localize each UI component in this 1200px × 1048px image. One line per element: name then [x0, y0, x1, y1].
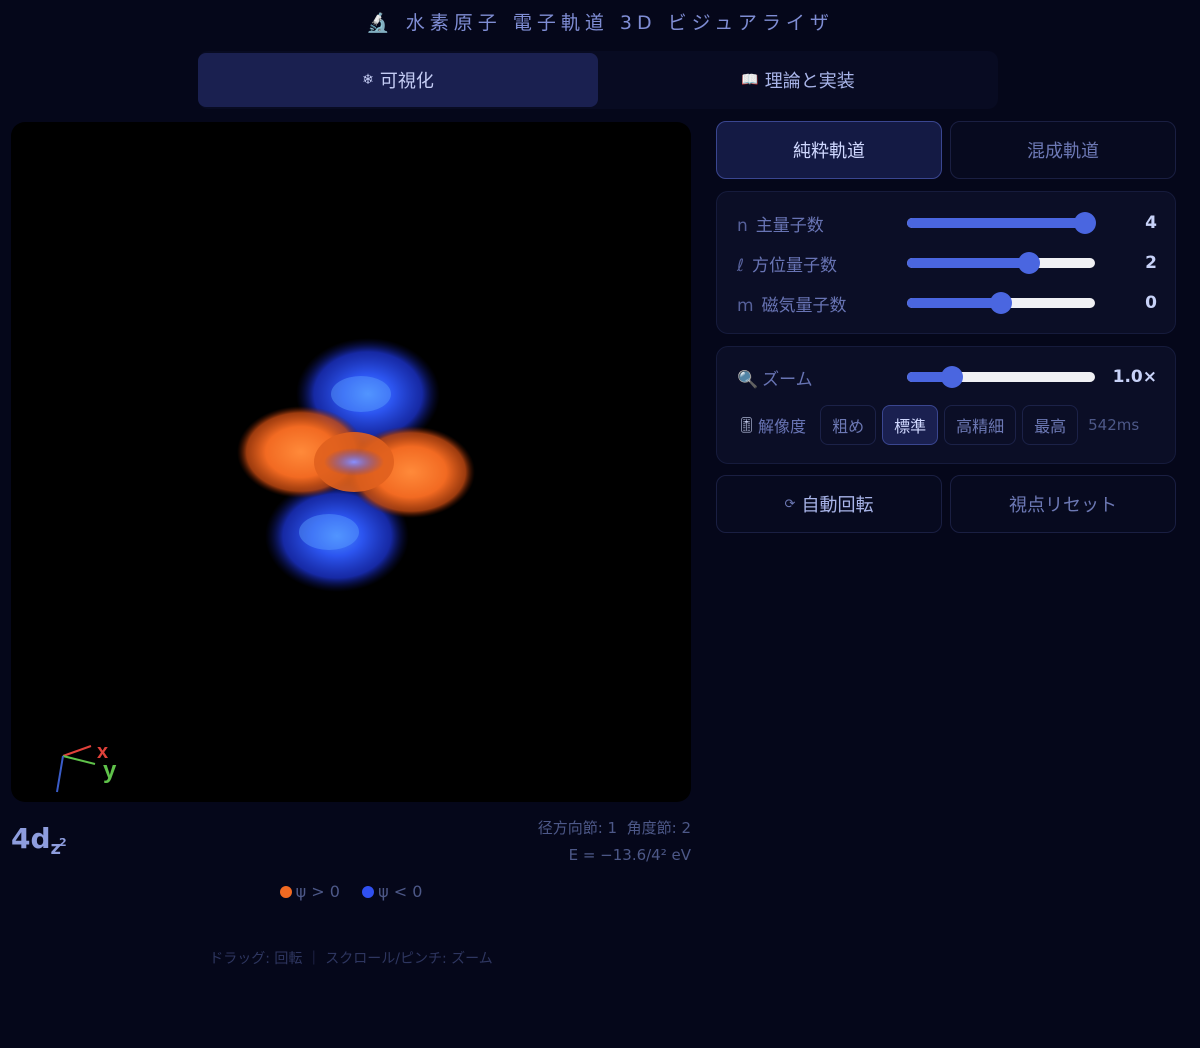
resolution-label: 解像度	[758, 417, 807, 436]
controls-hint: ドラッグ: 回転 ｜ スクロール/ピンチ: ズーム	[209, 951, 493, 967]
quantum-m-label: 磁気量子数	[761, 295, 847, 316]
quantum-m-symbol: m	[737, 295, 754, 316]
lower-lobe-highlight	[299, 514, 359, 550]
core-node-region	[324, 448, 384, 476]
y-axis-line	[62, 755, 96, 765]
orbital-name-main: 4d	[11, 822, 51, 855]
quantum-n-label: 主量子数	[755, 215, 824, 236]
negative-phase-dot	[362, 886, 375, 898]
resolution-option-coarse[interactable]: 粗め	[820, 405, 877, 445]
positive-phase-dot	[279, 886, 292, 898]
quantum-l-row: ℓ 方位量子数 2	[737, 249, 1157, 277]
slider-thumb[interactable]	[990, 292, 1012, 314]
quantum-n-row: n 主量子数 4	[737, 209, 1157, 237]
snowflake-icon: ❄	[362, 72, 374, 88]
quantum-m-value: 0	[1145, 293, 1157, 313]
negative-phase-label: ψ < 0	[378, 882, 423, 901]
zoom-slider[interactable]	[907, 366, 1095, 388]
slider-thumb[interactable]	[941, 366, 963, 388]
pure-orbital-button[interactable]: 純粋軌道	[716, 121, 942, 179]
tab-label: 理論と実装	[764, 71, 855, 92]
resolution-option-max[interactable]: 最高	[1022, 405, 1079, 445]
quantum-n-value: 4	[1145, 213, 1157, 233]
energy-info: E = −13.6/4² eV	[568, 846, 691, 864]
magnifier-icon: 🔍	[737, 369, 759, 390]
quantum-m-slider[interactable]	[907, 292, 1095, 314]
microscope-icon: 🔬	[366, 12, 395, 34]
node-info: 径方向節: 1 角度節: 2	[537, 819, 691, 837]
resolution-option-high[interactable]: 高精細	[944, 405, 1017, 445]
resolution-row: 🎚 解像度 粗め 標準 高精細 最高 542ms	[737, 405, 1139, 445]
quantum-l-slider[interactable]	[907, 252, 1095, 274]
quantum-l-symbol: ℓ	[737, 255, 745, 276]
hybrid-orbital-button[interactable]: 混成軌道	[950, 121, 1176, 179]
orbital-render	[237, 338, 475, 592]
quantum-n-slider[interactable]	[907, 212, 1096, 234]
z-axis-line	[56, 755, 64, 793]
orbital-name: 4dz2	[11, 822, 67, 859]
orbital-name-sup: 2	[59, 836, 67, 849]
tab-theory[interactable]: 📖 理論と実装	[598, 53, 998, 107]
render-time: 542ms	[1088, 416, 1140, 434]
phase-legend: ψ > 0 ψ < 0	[0, 882, 702, 901]
quantum-m-row: m 磁気量子数 0	[737, 289, 1157, 317]
book-icon: 📖	[741, 72, 759, 88]
x-axis-line	[62, 745, 92, 757]
auto-rotate-button[interactable]: ⟳ 自動回転	[716, 475, 942, 533]
slider-thumb[interactable]	[1018, 252, 1040, 274]
view-settings-card: 🔍 ズーム 1.0× 🎚 解像度 粗め 標準 高精細 最高 542ms	[716, 346, 1176, 464]
positive-phase-label: ψ > 0	[295, 882, 340, 901]
orbital-3d-viewer[interactable]: x y	[11, 122, 691, 802]
tab-visualization[interactable]: ❄ 可視化	[198, 53, 598, 107]
y-axis-label: y	[103, 757, 117, 784]
quantum-number-card: n 主量子数 4 ℓ 方位量子数 2 m 磁気量子数 0	[716, 191, 1176, 334]
zoom-value: 1.0×	[1112, 367, 1157, 387]
resolution-option-standard[interactable]: 標準	[882, 405, 939, 445]
tuning-icon: 🎚	[737, 416, 757, 434]
main-tabs: ❄ 可視化 📖 理論と実装	[198, 51, 998, 109]
zoom-label: ズーム	[762, 369, 813, 390]
quantum-n-symbol: n	[737, 215, 748, 236]
quantum-l-label: 方位量子数	[752, 255, 838, 276]
quantum-l-value: 2	[1145, 253, 1157, 273]
auto-rotate-label: 自動回転	[801, 495, 874, 516]
upper-lobe-highlight	[331, 376, 391, 412]
axes-gizmo: x y	[56, 744, 117, 793]
rotate-icon: ⟳	[784, 496, 796, 512]
app-title: 🔬 水素原子 電子軌道 3D ビジュアライザ	[0, 8, 1200, 35]
zoom-row: 🔍 ズーム 1.0×	[737, 363, 1157, 391]
reset-view-button[interactable]: 視点リセット	[950, 475, 1176, 533]
tab-label: 可視化	[379, 71, 434, 92]
slider-thumb[interactable]	[1074, 212, 1096, 234]
app-title-text: 水素原子 電子軌道 3D ビジュアライザ	[405, 12, 834, 34]
